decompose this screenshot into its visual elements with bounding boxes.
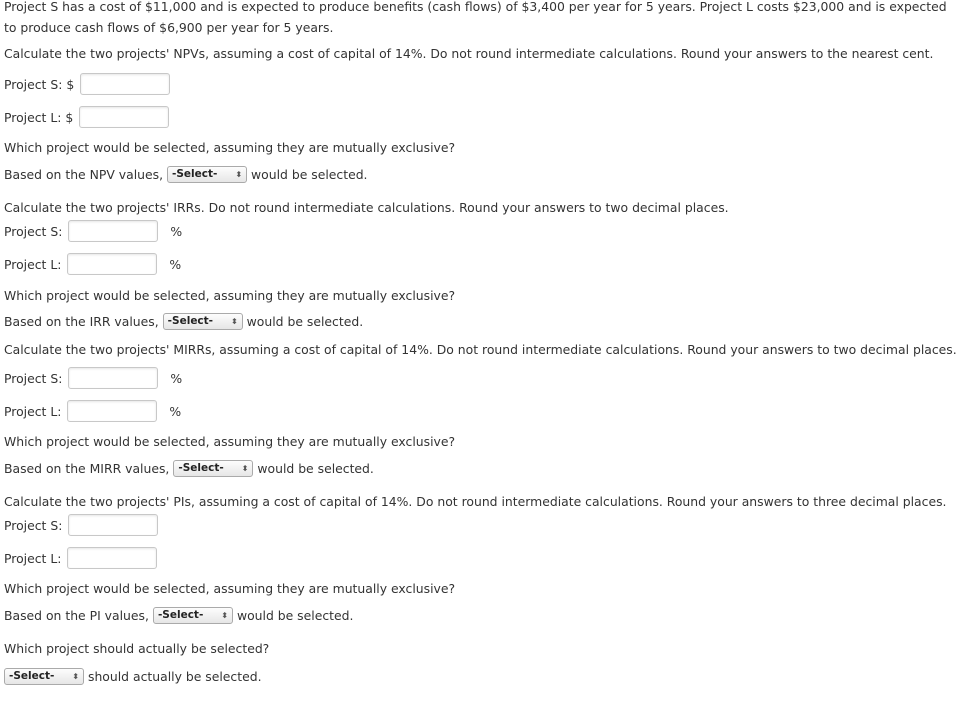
pi-instruction: Calculate the two projects' PIs, assumin… [4,493,947,509]
pi-select[interactable]: -Select- ⬍ [152,606,233,624]
updown-icon: ⬍ [221,610,228,620]
label: Based on the NPV values, [4,166,164,182]
question: Which project would be selected, assumin… [4,139,456,155]
label: would be selected. [236,607,354,623]
label: Based on the MIRR values, [4,460,170,476]
npv-instruction: Calculate the two projects' NPVs, assumi… [4,46,934,61]
label: Project L: [4,256,62,272]
mirr-select[interactable]: -Select- ⬍ [173,459,254,477]
label: Project L: [4,403,62,419]
percent: % [170,223,183,239]
updown-icon: ⬍ [230,316,238,326]
irr-l-input[interactable] [67,253,158,275]
percent: % [170,370,183,386]
label: should actually be selected. [88,668,262,684]
question: Which project would be selected, assumin… [4,580,456,596]
pi-l-input[interactable] [67,547,158,569]
updown-icon: ⬍ [235,169,243,179]
problem-statement: Project S has a cost of $11,000 and is e… [4,0,947,35]
irr-s-input[interactable] [68,220,159,242]
percent: % [169,403,182,419]
actual-select[interactable]: -Select- ⬍ [4,667,84,685]
label: Based on the IRR values, [4,313,159,329]
pi-s-input[interactable] [68,514,159,536]
mirr-s-input[interactable] [68,367,159,389]
label: Project L: $ [4,109,74,125]
mirr-l-input[interactable] [67,400,158,422]
npv-select[interactable]: -Select- ⬍ [167,165,248,183]
updown-icon: ⬍ [241,463,249,473]
irr-instruction: Calculate the two projects' IRRs. Do not… [4,200,729,215]
npv-s-input[interactable] [80,73,171,95]
irr-select[interactable]: -Select- ⬍ [162,312,243,330]
percent: % [169,256,182,272]
question: Which project would be selected, assumin… [4,433,456,449]
question: Which project should actually be selecte… [4,640,270,656]
label: Project S: [4,223,63,239]
label: would be selected. [251,166,368,182]
label: would be selected. [246,313,364,329]
label: Project S: [4,517,63,533]
label: Project S: $ [4,76,75,92]
npv-l-input[interactable] [79,106,170,128]
label: Project L: [4,550,62,566]
mirr-instruction: Calculate the two projects' MIRRs, assum… [4,341,957,357]
updown-icon: ⬍ [72,671,79,681]
label: would be selected. [257,460,374,476]
label: Project S: [4,370,63,386]
label: Based on the PI values, [4,607,149,623]
question: Which project would be selected, assumin… [4,287,456,303]
